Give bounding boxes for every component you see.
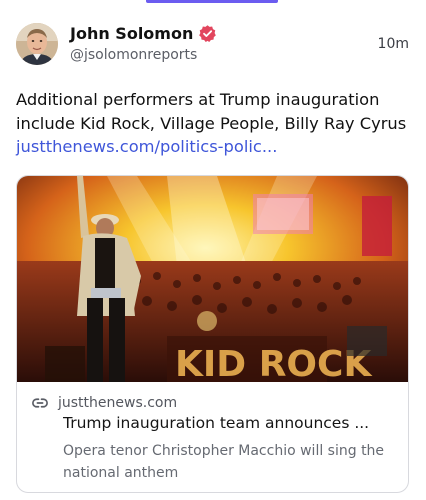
concert-photo: KID ROCK [17, 176, 408, 385]
verified-badge-icon [199, 24, 217, 42]
link-preview-domain-row: justthenews.com [31, 394, 177, 412]
post-link[interactable]: justthenews.com/politics-polic... [16, 137, 277, 156]
link-preview-meta: justthenews.com Trump inauguration team … [17, 382, 408, 492]
link-preview-description: Opera tenor Christopher Macchio will sin… [63, 443, 385, 481]
link-preview-domain: justthenews.com [58, 395, 178, 411]
link-preview-card[interactable]: KID ROCK justthenews.com Trump inaugurat… [16, 175, 409, 493]
post-timestamp: 10m [377, 36, 409, 52]
stage-sign-text: KID ROCK [175, 344, 372, 382]
post-text-body: Additional performers at Trump inaugurat… [16, 90, 407, 133]
author-name[interactable]: John Solomon [70, 24, 193, 43]
post[interactable]: John Solomon @jsolomonreports 10m Additi… [0, 0, 426, 500]
avatar-photo [16, 23, 58, 65]
avatar[interactable] [16, 23, 58, 65]
link-chain-icon [32, 398, 48, 408]
link-preview-image[interactable]: KID ROCK [17, 176, 408, 385]
author-row: John Solomon [70, 21, 217, 45]
link-preview-title[interactable]: Trump inauguration team announces ... [63, 414, 398, 432]
author-handle[interactable]: @jsolomonreports [70, 47, 197, 63]
post-text: Additional performers at Trump inaugurat… [16, 88, 411, 159]
